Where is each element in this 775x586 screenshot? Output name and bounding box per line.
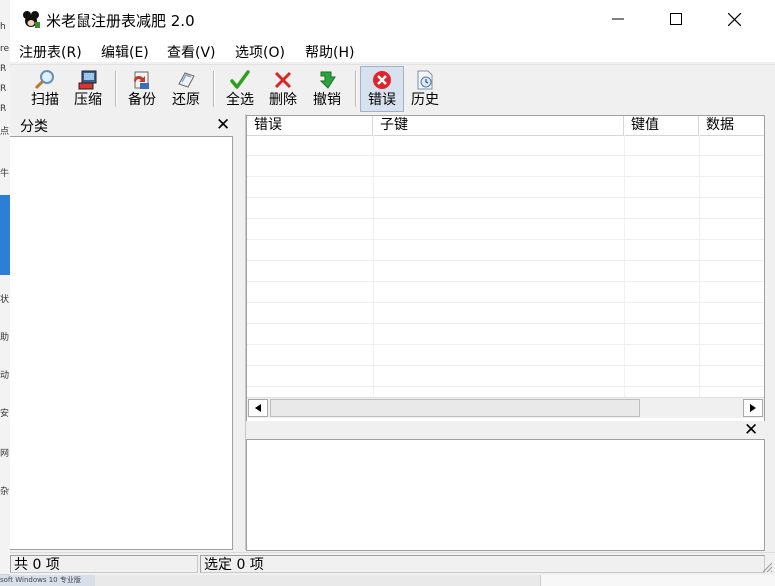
errors-label: 错误 <box>368 92 396 108</box>
status-selected-count: 选定 0 项 <box>200 555 765 573</box>
scan-label: 扫描 <box>31 92 59 108</box>
empty-grid-row <box>247 219 764 240</box>
empty-grid-row <box>247 156 764 177</box>
category-pane-title: 分类 <box>20 119 48 135</box>
detail-pane-header: ✕ <box>246 421 765 439</box>
resize-grip-icon[interactable] <box>761 561 773 573</box>
empty-grid-row <box>247 261 764 282</box>
minimize-icon <box>612 18 624 20</box>
scan-button[interactable]: 扫描 <box>24 67 66 111</box>
history-button[interactable]: 历史 <box>404 67 446 111</box>
taskbar-text: soft Windows 10 专业版 <box>0 575 95 586</box>
scroll-right-button[interactable] <box>743 399 763 417</box>
menu-bar: 注册表(R) 编辑(E) 查看(V) 选项(O) 帮助(H) <box>10 38 775 62</box>
empty-grid-row <box>247 324 764 345</box>
compress-label: 压缩 <box>74 92 102 108</box>
magnifier-icon <box>34 70 54 90</box>
horizontal-scrollbar[interactable] <box>247 397 764 418</box>
empty-grid-row <box>247 177 764 198</box>
close-icon <box>727 12 741 26</box>
desktop-taskbar: soft Windows 10 专业版 <box>0 574 775 586</box>
menu-help[interactable]: 帮助(H) <box>305 42 354 62</box>
backup-icon <box>134 71 149 89</box>
minimize-button[interactable] <box>589 0 647 38</box>
undo-button[interactable]: 撤销 <box>306 67 348 111</box>
history-label: 历史 <box>411 92 439 108</box>
desktop-blue-tile <box>0 195 10 275</box>
category-pane-header: 分类 ✕ <box>10 114 245 136</box>
empty-grid-row <box>247 303 764 324</box>
restore-button[interactable]: 还原 <box>165 67 207 111</box>
undo-arrow-icon <box>319 71 336 89</box>
backup-button[interactable]: 备份 <box>121 67 163 111</box>
select-all-button[interactable]: 全选 <box>219 67 261 111</box>
category-pane: 分类 ✕ <box>10 114 245 550</box>
detail-pane[interactable] <box>246 439 765 551</box>
select-all-label: 全选 <box>226 92 254 108</box>
empty-grid-row <box>247 345 764 366</box>
status-total-count: 共 0 项 <box>10 555 198 573</box>
toolbar: 扫描 压缩 备份 还原 全选 删除 撤销 错误 历史 <box>10 64 775 113</box>
error-circle-icon <box>373 71 391 89</box>
app-window: 米老鼠注册表减肥 2.0 注册表(R) 编辑(E) 查看(V) 选项(O) 帮助… <box>10 0 775 575</box>
column-header-data[interactable]: 数据 <box>699 116 764 135</box>
empty-grid-row <box>247 198 764 219</box>
scroll-right-arrow-icon <box>750 404 756 412</box>
menu-registry[interactable]: 注册表(R) <box>19 42 82 62</box>
grid-header: 错误 子键 键值 数据 <box>247 116 764 136</box>
window-title: 米老鼠注册表减肥 2.0 <box>46 12 195 30</box>
title-bar: 米老鼠注册表减肥 2.0 <box>10 0 775 38</box>
undo-label: 撤销 <box>313 92 341 108</box>
results-grid[interactable]: 错误 子键 键值 数据 <box>246 115 765 422</box>
menu-edit[interactable]: 编辑(E) <box>101 42 149 62</box>
compress-button[interactable]: 压缩 <box>67 67 109 111</box>
close-window-button[interactable] <box>705 0 763 38</box>
history-icon <box>417 70 433 90</box>
app-mouse-icon <box>21 9 41 29</box>
empty-grid-row <box>247 282 764 303</box>
close-category-pane-icon[interactable]: ✕ <box>216 117 230 134</box>
menu-options[interactable]: 选项(O) <box>235 42 285 62</box>
scroll-left-arrow-icon <box>255 404 261 412</box>
empty-grid-row <box>247 135 764 156</box>
checkmark-icon <box>230 70 250 89</box>
compress-icon <box>78 70 97 90</box>
scrollbar-thumb[interactable] <box>270 399 640 417</box>
backup-label: 备份 <box>128 92 156 108</box>
empty-grid-row <box>247 240 764 261</box>
restore-icon <box>178 72 195 88</box>
column-header-error[interactable]: 错误 <box>247 116 373 135</box>
menu-view[interactable]: 查看(V) <box>167 42 216 62</box>
category-tree[interactable] <box>10 136 233 550</box>
toolbar-separator <box>355 71 357 107</box>
delete-label: 删除 <box>269 92 297 108</box>
restore-label: 还原 <box>172 92 200 108</box>
delete-button[interactable]: 删除 <box>262 67 304 111</box>
scroll-left-button[interactable] <box>248 399 268 417</box>
column-header-subkey[interactable]: 子键 <box>373 116 624 135</box>
close-detail-pane-icon[interactable]: ✕ <box>744 422 758 439</box>
column-header-value[interactable]: 键值 <box>624 116 699 135</box>
status-bar: 共 0 项 选定 0 项 <box>10 552 775 575</box>
maximize-button[interactable] <box>647 0 705 38</box>
errors-button[interactable]: 错误 <box>360 66 404 112</box>
maximize-icon <box>670 13 682 25</box>
empty-grid-row <box>247 366 764 387</box>
toolbar-separator <box>115 71 117 107</box>
toolbar-separator <box>213 71 215 107</box>
delete-x-icon <box>274 71 292 89</box>
